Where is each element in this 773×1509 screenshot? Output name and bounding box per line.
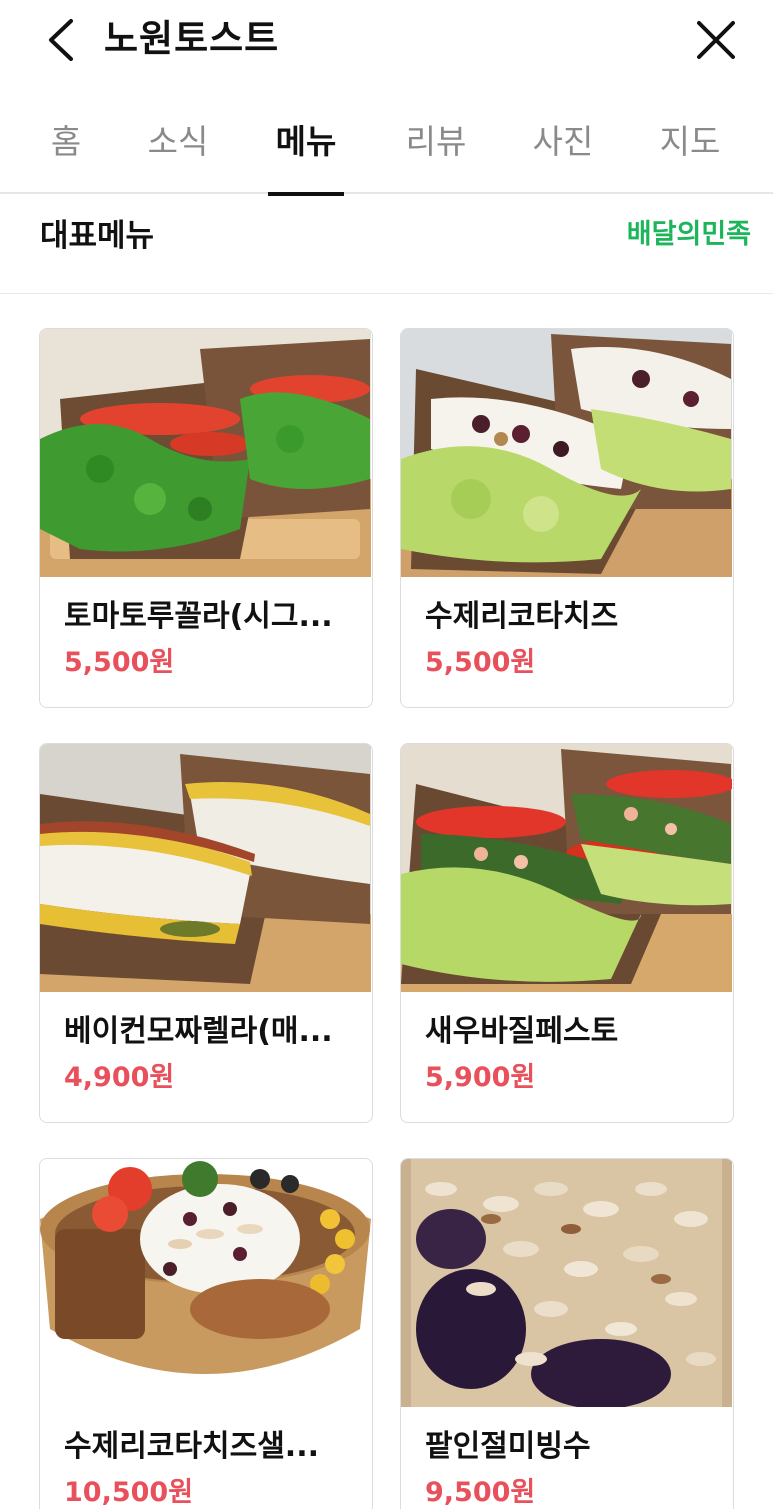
menu-item-price: 9,500원: [425, 1477, 536, 1508]
tab-bar: 홈 소식 메뉴 리뷰 사진 지도: [0, 100, 773, 196]
tab-home[interactable]: 홈: [44, 118, 88, 194]
menu-card[interactable]: 팥인절미빙수 9,500원: [400, 1158, 734, 1509]
menu-card[interactable]: 새우바질페스토 5,900원: [400, 743, 734, 1123]
tab-label: 메뉴: [275, 122, 337, 161]
page-title: 노원토스트: [104, 17, 280, 60]
menu-item-price: 10,500원: [64, 1477, 194, 1508]
bacon-mozzarella-sandwich-photo: [40, 744, 371, 992]
tab-label: 지도: [659, 122, 721, 161]
menu-item-price: 4,900원: [64, 1062, 175, 1093]
menu-item-name: 토마토루꼴라(시그...: [64, 599, 333, 634]
menu-item-price: 5,900원: [425, 1062, 536, 1093]
menu-item-price: 5,500원: [64, 647, 175, 678]
tab-map[interactable]: 지도: [656, 118, 724, 194]
close-icon: [697, 21, 735, 59]
menu-card[interactable]: 수제리코타치즈샐... 10,500원: [39, 1158, 373, 1509]
tab-photos[interactable]: 사진: [529, 118, 597, 194]
section-header: 대표메뉴 배달의민족: [0, 196, 773, 294]
tab-label: 소식: [147, 122, 209, 161]
delivery-app-link[interactable]: 배달의민족: [627, 215, 751, 255]
menu-item-price: 5,500원: [425, 647, 536, 678]
chevron-left-icon: [49, 19, 73, 61]
tab-reviews[interactable]: 리뷰: [402, 118, 470, 194]
ricotta-sandwich-photo: [401, 329, 732, 577]
tab-label: 리뷰: [405, 122, 467, 161]
red-bean-bingsu-photo: [401, 1159, 732, 1407]
shrimp-pesto-sandwich-photo: [401, 744, 732, 992]
menu-item-name: 팥인절미빙수: [425, 1429, 591, 1464]
tab-news[interactable]: 소식: [144, 118, 212, 194]
menu-item-name: 새우바질페스토: [425, 1014, 619, 1049]
top-bar: 노원토스트: [0, 0, 773, 84]
tab-label: 홈: [50, 122, 82, 161]
close-button[interactable]: [690, 14, 742, 66]
menu-item-name: 수제리코타치즈샐...: [64, 1429, 319, 1464]
ricotta-salad-bowl-photo: [40, 1159, 371, 1407]
menu-card[interactable]: 베이컨모짜렐라(매... 4,900원: [39, 743, 373, 1123]
back-button[interactable]: [38, 16, 82, 64]
menu-card[interactable]: 수제리코타치즈 5,500원: [400, 328, 734, 708]
menu-item-name: 베이컨모짜렐라(매...: [64, 1014, 333, 1049]
menu-grid: 토마토루꼴라(시그... 5,500원 수제리코타치즈 5,500원 베이컨모짜…: [0, 294, 773, 1509]
tab-label: 사진: [532, 122, 594, 161]
menu-card[interactable]: 토마토루꼴라(시그... 5,500원: [39, 328, 373, 708]
section-title: 대표메뉴: [40, 218, 155, 254]
menu-item-name: 수제리코타치즈: [425, 599, 619, 634]
tomato-arugula-sandwich-photo: [40, 329, 371, 577]
tab-menu[interactable]: 메뉴: [268, 118, 344, 196]
